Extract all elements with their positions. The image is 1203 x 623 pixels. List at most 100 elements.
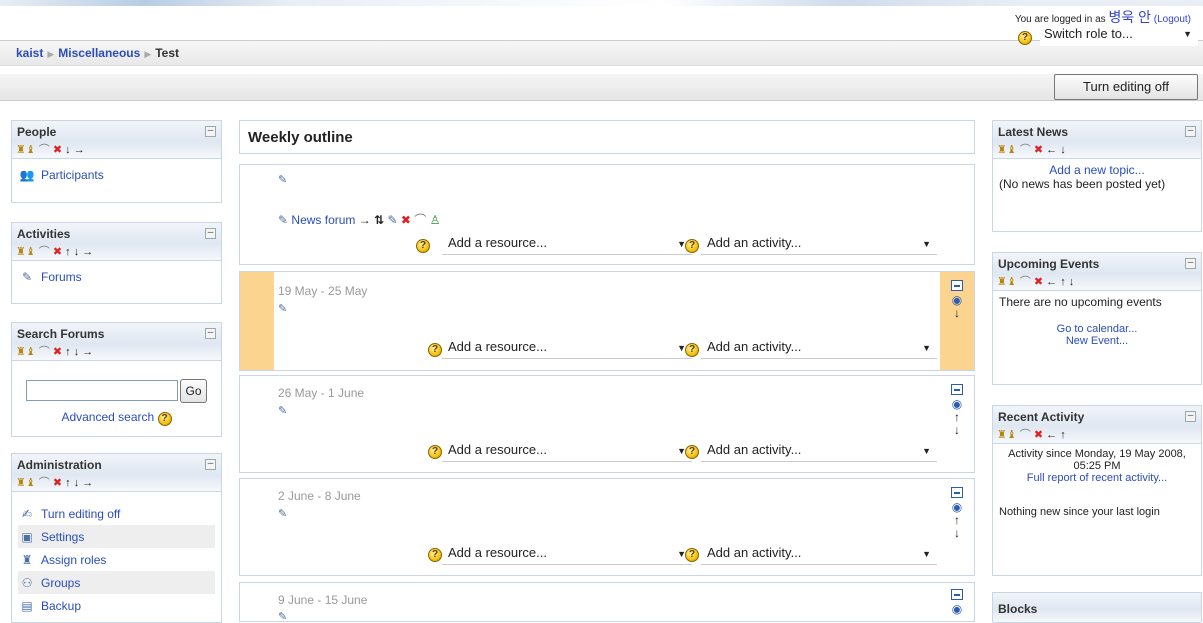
help-icon[interactable]: ? [428, 445, 442, 459]
arrow-up-icon[interactable]: ↑ [1060, 276, 1066, 288]
groups-link[interactable]: Groups [41, 576, 80, 590]
delete-icon[interactable]: ✖ [53, 346, 62, 358]
arrow-right-icon[interactable]: → [74, 144, 85, 156]
help-icon[interactable]: ? [685, 239, 699, 253]
delete-icon[interactable]: ✖ [1034, 429, 1043, 441]
arrow-up-icon[interactable]: ↑ [954, 513, 960, 527]
eye-icon[interactable]: ⌒ [39, 246, 50, 258]
arrow-down-icon[interactable]: ↓ [954, 306, 960, 320]
collapse-icon[interactable]: – [1185, 126, 1196, 137]
arrow-up-icon[interactable]: ↑ [954, 410, 960, 424]
delete-icon[interactable]: ✖ [53, 477, 62, 489]
edit-summary-icon[interactable]: ✎ [278, 404, 287, 417]
roles-icon[interactable]: ♜♝ [997, 276, 1017, 288]
settings-link[interactable]: Settings [41, 530, 84, 544]
arrow-up-icon[interactable]: ↑ [65, 246, 71, 258]
eye-icon[interactable]: ⌒ [1020, 429, 1031, 441]
add-resource-select[interactable]: Add a resource... ▼ [442, 233, 692, 255]
arrow-left-icon[interactable]: ← [1046, 276, 1057, 288]
help-icon[interactable]: ? [685, 445, 699, 459]
help-icon[interactable]: ? [428, 548, 442, 562]
collapse-icon[interactable]: – [1185, 411, 1196, 422]
arrow-down-icon[interactable]: ↓ [954, 526, 960, 540]
user-name-link[interactable]: 병욱 안 [1108, 9, 1151, 25]
roles-icon[interactable]: ♜♝ [16, 144, 36, 156]
show-only-week-icon[interactable] [951, 384, 963, 395]
move-icon[interactable]: ⇅ [374, 213, 384, 227]
help-icon[interactable]: ? [685, 548, 699, 562]
collapse-icon[interactable]: – [1185, 258, 1196, 269]
full-report-link[interactable]: Full report of recent activity... [1027, 472, 1167, 484]
forums-link[interactable]: Forums [41, 270, 82, 284]
edit-summary-icon[interactable]: ✎ [278, 173, 287, 186]
participants-link[interactable]: Participants [41, 168, 104, 182]
arrow-left-icon[interactable]: ← [1046, 144, 1057, 156]
add-topic-link[interactable]: Add a new topic... [1049, 163, 1144, 177]
roles-icon[interactable]: ♜♝ [997, 429, 1017, 441]
arrow-up-icon[interactable]: ↑ [65, 477, 71, 489]
eye-icon[interactable]: ⌒ [39, 477, 50, 489]
arrow-down-icon[interactable]: ↓ [65, 144, 71, 156]
help-icon[interactable]: ? [428, 343, 442, 357]
eye-icon[interactable]: ◉ [952, 500, 962, 514]
new-event-link[interactable]: New Event... [1066, 335, 1128, 347]
roles-icon[interactable]: ♜♝ [16, 477, 36, 489]
arrow-down-icon[interactable]: ↓ [74, 246, 80, 258]
add-resource-select[interactable]: Add a resource... ▼ [442, 440, 692, 462]
delete-icon[interactable]: ✖ [53, 144, 62, 156]
arrow-down-icon[interactable]: ↓ [1069, 276, 1075, 288]
edit-summary-icon[interactable]: ✎ [278, 610, 287, 623]
help-icon[interactable]: ? [157, 412, 172, 426]
arrow-right-icon[interactable]: → [359, 213, 371, 227]
collapse-icon[interactable]: – [205, 328, 216, 339]
show-only-week-icon[interactable] [951, 589, 963, 600]
eye-icon[interactable]: ⌒ [1020, 144, 1031, 156]
edit-summary-icon[interactable]: ✎ [278, 302, 287, 315]
roles-icon[interactable]: ♜♝ [997, 144, 1017, 156]
eye-icon[interactable]: ◉ [952, 397, 962, 411]
eye-icon[interactable]: ◉ [952, 293, 962, 307]
go-button[interactable]: Go [180, 379, 207, 403]
arrow-right-icon[interactable]: → [82, 477, 93, 489]
add-resource-select[interactable]: Add a resource... ▼ [442, 337, 692, 359]
arrow-right-icon[interactable]: → [82, 346, 93, 358]
go-to-calendar-link[interactable]: Go to calendar... [1057, 323, 1138, 335]
show-only-week-icon[interactable] [951, 280, 963, 291]
arrow-down-icon[interactable]: ↓ [954, 423, 960, 437]
delete-icon[interactable]: ✖ [1034, 276, 1043, 288]
eye-icon[interactable]: ⌒ [1020, 276, 1031, 288]
arrow-up-icon[interactable]: ↑ [65, 346, 71, 358]
arrow-down-icon[interactable]: ↓ [74, 346, 80, 358]
edit-summary-icon[interactable]: ✎ [278, 507, 287, 520]
backup-link[interactable]: Backup [41, 599, 81, 613]
breadcrumb-home[interactable]: kaist [16, 46, 43, 60]
add-activity-select[interactable]: Add an activity... ▼ [701, 543, 937, 565]
help-icon[interactable]: ? [685, 343, 699, 357]
turn-editing-off-button[interactable]: Turn editing off [1054, 74, 1198, 100]
eye-icon[interactable]: ⌒ [39, 144, 50, 156]
arrow-right-icon[interactable]: → [82, 246, 93, 258]
search-input[interactable] [26, 380, 178, 401]
eye-icon[interactable]: ◉ [952, 602, 962, 616]
groups-mode-icon[interactable]: ♙ [430, 213, 441, 227]
arrow-down-icon[interactable]: ↓ [1060, 144, 1066, 156]
delete-icon[interactable]: ✖ [401, 213, 411, 227]
add-activity-select[interactable]: Add an activity... ▼ [701, 440, 937, 462]
assign-roles-link[interactable]: Assign roles [41, 553, 106, 567]
breadcrumb-category[interactable]: Miscellaneous [58, 46, 140, 60]
eye-icon[interactable]: ⌒ [414, 213, 426, 227]
switch-role-select[interactable]: Switch role to... ▼ [1040, 24, 1198, 46]
arrow-left-icon[interactable]: ← [1046, 429, 1057, 441]
eye-icon[interactable]: ⌒ [39, 346, 50, 358]
turn-editing-off-link[interactable]: Turn editing off [41, 507, 120, 521]
arrow-down-icon[interactable]: ↓ [74, 477, 80, 489]
delete-icon[interactable]: ✖ [1034, 144, 1043, 156]
delete-icon[interactable]: ✖ [53, 246, 62, 258]
advanced-search-link[interactable]: Advanced search [61, 410, 154, 424]
add-activity-select[interactable]: Add an activity... ▼ [701, 337, 937, 359]
roles-icon[interactable]: ♜♝ [16, 346, 36, 358]
news-forum-link[interactable]: News forum [291, 213, 355, 227]
add-resource-select[interactable]: Add a resource... ▼ [442, 543, 692, 565]
collapse-icon[interactable]: – [205, 459, 216, 470]
arrow-up-icon[interactable]: ↑ [1060, 429, 1066, 441]
